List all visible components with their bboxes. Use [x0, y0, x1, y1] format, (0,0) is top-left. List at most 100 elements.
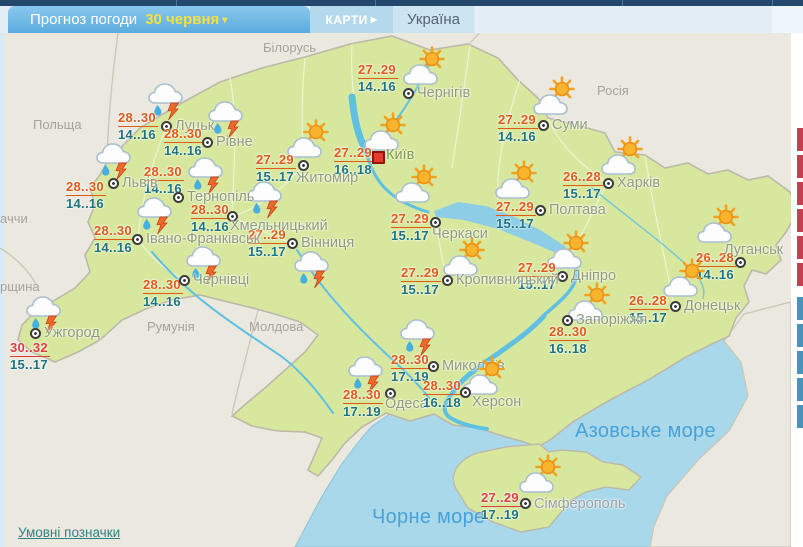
country-label: аччи	[0, 211, 28, 226]
temp-low: 15..17	[401, 282, 439, 297]
city-marker[interactable]	[538, 120, 549, 131]
date-dropdown[interactable]: 30 червня ▾	[145, 11, 227, 28]
temp-block: 30..32 15..17	[10, 340, 50, 373]
tabs-row-highlight	[772, 6, 803, 33]
temp-high: 28..30	[143, 277, 183, 294]
city-marker[interactable]	[179, 275, 190, 286]
city-label[interactable]: Луганськ	[724, 242, 783, 258]
country-label: Росія	[597, 83, 629, 98]
city-marker[interactable]	[520, 498, 531, 509]
city-label[interactable]: Львів	[122, 175, 158, 191]
temp-low: 15..17	[496, 216, 534, 231]
tab-weather-forecast[interactable]: Прогноз погоди 30 червня ▾	[8, 6, 310, 33]
temp-high: 28..30	[94, 223, 134, 240]
city-marker[interactable]	[287, 238, 298, 249]
city-label[interactable]: Херсон	[472, 394, 521, 410]
temp-high: 27..29	[391, 211, 431, 228]
city-marker[interactable]	[202, 137, 213, 148]
temp-block: 28..30 14..16	[66, 179, 106, 212]
temp-high: 26..28	[563, 169, 603, 186]
temp-high: 27..29	[401, 265, 441, 282]
city-label[interactable]: Вінниця	[301, 235, 354, 251]
temp-high: 28..30	[391, 352, 431, 369]
temp-low: 16..18	[549, 341, 587, 356]
temp-block: 28..30 14..16	[118, 110, 158, 143]
edge-bar-red	[797, 128, 803, 151]
city-marker[interactable]	[108, 178, 119, 189]
edge-bar-blue	[797, 405, 803, 428]
temp-high: 28..30	[164, 126, 204, 143]
country-label: Молдова	[249, 319, 304, 334]
temp-high: 28..30	[118, 110, 158, 127]
temp-low: 15..17	[391, 228, 429, 243]
city-marker[interactable]	[562, 315, 573, 326]
edge-bar-red	[797, 182, 803, 205]
temp-block: 27..29 15..17	[496, 199, 536, 232]
temp-low: 16..18	[423, 395, 461, 410]
temp-high: 27..29	[481, 490, 521, 507]
city-marker[interactable]	[735, 257, 746, 268]
city-marker[interactable]	[535, 205, 546, 216]
right-edge-widget	[791, 33, 803, 547]
temp-high: 28..30	[66, 179, 106, 196]
city-marker[interactable]	[428, 361, 439, 372]
country-label: Польща	[33, 117, 82, 132]
weather-icon-sun-cloud	[532, 76, 578, 121]
legend-link[interactable]: Умовні позначки	[18, 525, 120, 540]
temp-high: 30..32	[10, 340, 50, 357]
temp-high: 27..29	[256, 152, 296, 169]
temp-block: 27..29 17..19	[481, 490, 521, 523]
temp-low: 14..16	[164, 143, 202, 158]
temp-block: 28..30 16..18	[549, 324, 589, 357]
city-label[interactable]: Полтава	[549, 202, 606, 218]
weather-map[interactable]: Білорусь Польща Росія Румунія Молдова аччи рщи…	[0, 0, 803, 547]
maps-button-label: КАРТИ	[325, 12, 368, 27]
forecast-tab-title: Прогноз погоди	[30, 11, 138, 28]
city-label[interactable]: Чернігів	[417, 85, 470, 101]
city-label[interactable]: Київ	[386, 147, 414, 163]
temp-block: 28..30 17..19	[343, 387, 383, 420]
temp-low: 14..16	[358, 79, 396, 94]
temp-low: 14..16	[94, 240, 132, 255]
city-label[interactable]: Суми	[552, 117, 588, 133]
city-marker[interactable]	[460, 387, 471, 398]
weather-icon-sun-cloud	[518, 454, 564, 499]
edge-bar-red	[797, 263, 803, 286]
temp-block: 27..29 15..17	[391, 211, 431, 244]
city-marker-capital[interactable]	[372, 151, 385, 164]
tab-ukraine-label: Україна	[407, 11, 460, 28]
city-label[interactable]: Сімферополь	[534, 496, 625, 512]
edge-bar-blue	[797, 324, 803, 347]
maps-button[interactable]: КАРТИ ▶	[310, 6, 393, 33]
temp-low: 14..16	[143, 294, 181, 309]
city-label[interactable]: Кропивницький	[456, 272, 559, 288]
city-marker[interactable]	[442, 275, 453, 286]
city-label[interactable]: Харків	[617, 175, 660, 191]
edge-bar-blue	[797, 297, 803, 320]
temp-high: 27..29	[498, 112, 538, 129]
city-label[interactable]: Чернівці	[193, 272, 249, 288]
temp-block: 28..30 14..16	[94, 223, 134, 256]
city-label[interactable]: Житомир	[296, 170, 358, 186]
temp-block: 28..30 14..16	[164, 126, 204, 159]
city-label[interactable]: Ужгород	[44, 325, 100, 341]
city-label[interactable]: Тернопіль	[187, 189, 254, 205]
city-label[interactable]: Одеса	[385, 396, 428, 412]
city-marker[interactable]	[403, 88, 414, 99]
city-label[interactable]: Донецьк	[684, 298, 740, 314]
arrow-right-icon: ▶	[370, 15, 378, 24]
city-marker[interactable]	[670, 301, 681, 312]
sea-label: Азовське море	[575, 420, 716, 442]
edge-bar-blue	[797, 378, 803, 401]
city-marker[interactable]	[30, 328, 41, 339]
weather-icon-thunder	[292, 244, 332, 294]
tab-ukraine[interactable]: Україна	[393, 6, 474, 33]
temp-block: 28..30 14..16	[143, 277, 183, 310]
city-marker[interactable]	[603, 178, 614, 189]
country-label: Румунія	[147, 319, 195, 334]
city-label[interactable]: Запоріжжя	[576, 312, 647, 328]
city-label[interactable]: Рівне	[216, 134, 253, 150]
city-marker[interactable]	[132, 234, 143, 245]
temp-low: 14..16	[66, 196, 104, 211]
temp-block: 26..28 15..17	[563, 169, 603, 202]
